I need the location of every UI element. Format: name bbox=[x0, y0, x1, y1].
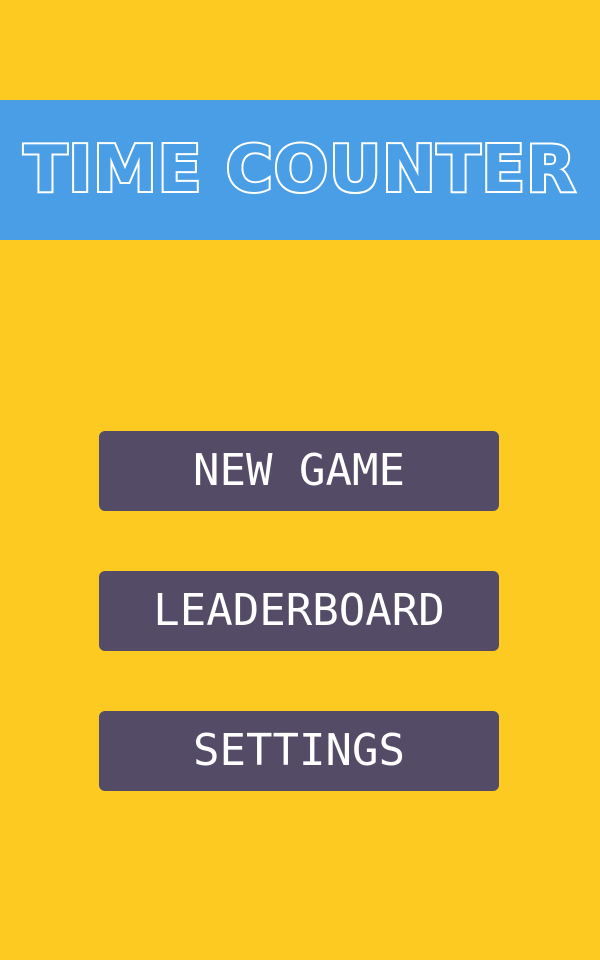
leaderboard-label: LEADERBOARD bbox=[153, 585, 445, 636]
new-game-label: NEW GAME bbox=[193, 445, 405, 496]
main-menu-screen: TIME COUNTER NEW GAME LEADERBOARD SETTIN… bbox=[0, 0, 600, 960]
new-game-button[interactable]: NEW GAME bbox=[99, 431, 499, 511]
leaderboard-button[interactable]: LEADERBOARD bbox=[99, 571, 499, 651]
title-banner: TIME COUNTER bbox=[0, 100, 600, 240]
game-title: TIME COUNTER bbox=[22, 133, 578, 207]
settings-label: SETTINGS bbox=[193, 725, 405, 776]
settings-button[interactable]: SETTINGS bbox=[99, 711, 499, 791]
